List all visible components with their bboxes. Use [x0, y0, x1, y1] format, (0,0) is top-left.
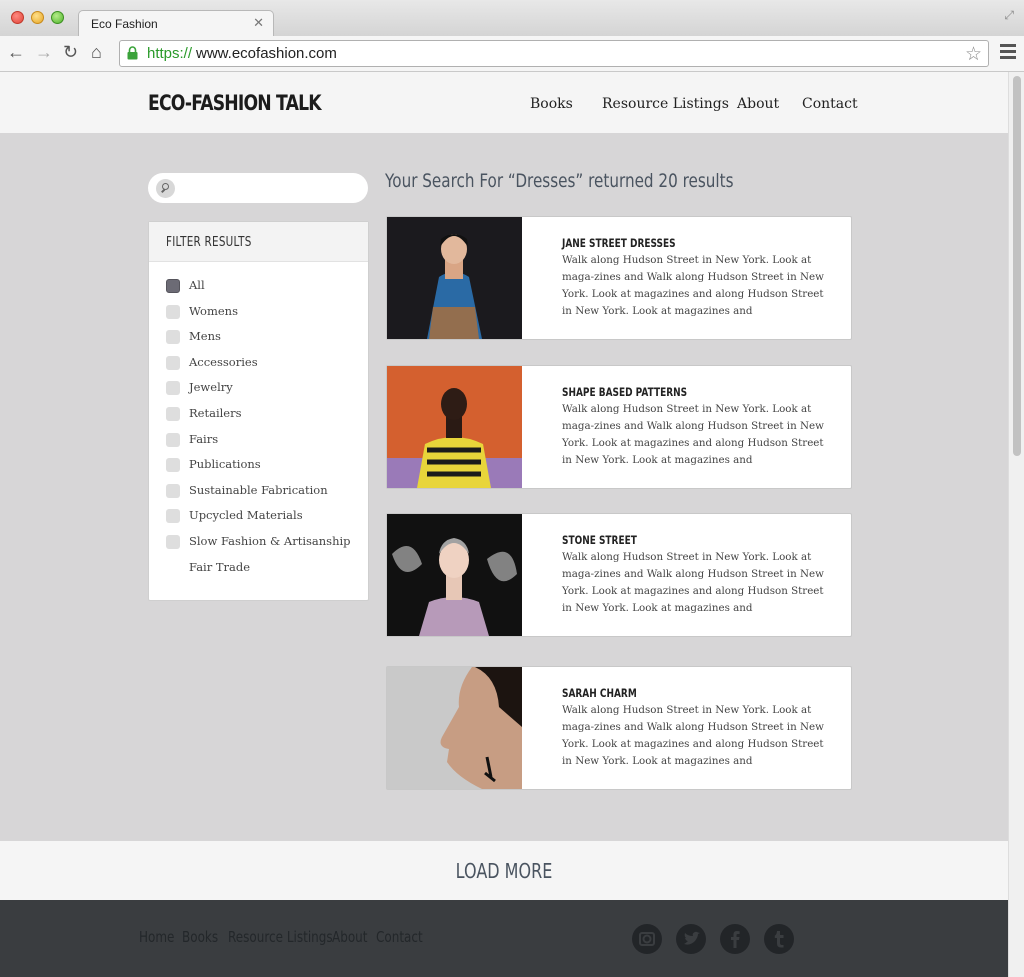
filter-label: Publications — [189, 457, 261, 471]
result-title[interactable]: JANE STREET DRESSES — [562, 236, 676, 250]
checkbox[interactable] — [166, 433, 180, 447]
checkbox[interactable] — [166, 305, 180, 319]
result-title[interactable]: STONE STREET — [562, 533, 637, 547]
result-thumbnail — [387, 366, 522, 488]
filter-label: Fair Trade — [189, 560, 251, 574]
checkbox[interactable] — [166, 407, 180, 421]
tab-close-icon[interactable]: ✕ — [253, 15, 264, 31]
instagram-icon[interactable] — [632, 924, 662, 954]
scrollbar-thumb[interactable] — [1013, 76, 1021, 456]
reload-icon[interactable]: ↻ — [63, 42, 78, 63]
nav-link-books[interactable]: Books — [530, 96, 573, 112]
result-card[interactable]: SARAH CHARM Walk along Hudson Street in … — [386, 666, 852, 790]
filter-label: Mens — [189, 329, 221, 343]
close-window-button[interactable] — [11, 11, 24, 24]
result-thumbnail — [387, 217, 522, 339]
filter-title: FILTER RESULTS — [166, 235, 252, 250]
footer-link-about[interactable]: About — [332, 928, 367, 946]
result-description: Walk along Hudson Street in New York. Lo… — [562, 403, 824, 466]
web-page: ECO-FASHION TALK Books Resource Listings… — [0, 72, 1008, 977]
checkbox[interactable] — [166, 330, 180, 344]
checkbox[interactable] — [166, 509, 180, 523]
filter-panel: FILTER RESULTS All Womens Mens Accessori… — [148, 221, 369, 601]
footer-link-resource-listings[interactable]: Resource Listings — [228, 928, 333, 946]
filter-label: All — [189, 278, 205, 292]
filter-label: Womens — [189, 304, 238, 318]
load-more-bar[interactable]: LOAD MORE — [0, 841, 1008, 900]
checkbox[interactable] — [166, 458, 180, 472]
browser-tab-strip: Eco Fashion ✕ ⤢ — [0, 0, 1024, 37]
filter-label: Sustainable Fabrication — [189, 483, 328, 497]
search-box — [148, 173, 368, 203]
url-host: www.ecofashion.com — [196, 45, 337, 62]
filter-label: Jewelry — [189, 380, 233, 394]
checkbox[interactable] — [166, 484, 180, 498]
search-input[interactable] — [180, 179, 360, 197]
result-card[interactable]: STONE STREET Walk along Hudson Street in… — [386, 513, 852, 637]
footer-link-books[interactable]: Books — [182, 928, 218, 946]
result-title[interactable]: SHAPE BASED PATTERNS — [562, 385, 687, 399]
search-icon[interactable] — [156, 179, 175, 198]
site-header: ECO-FASHION TALK Books Resource Listings… — [0, 72, 1008, 133]
zoom-window-button[interactable] — [51, 11, 64, 24]
result-thumbnail — [387, 667, 522, 789]
filter-label: Retailers — [189, 406, 242, 420]
minimize-window-button[interactable] — [31, 11, 44, 24]
nav-link-resource-listings[interactable]: Resource Listings — [602, 96, 729, 112]
page-scrollbar[interactable] — [1008, 72, 1024, 977]
browser-toolbar: ← → ↻ ⌂ https:// www.ecofashion.com ☆ — [0, 36, 1024, 72]
checkbox[interactable] — [166, 279, 180, 293]
results-heading: Your Search For “Dresses” returned 20 re… — [385, 170, 734, 192]
result-description: Walk along Hudson Street in New York. Lo… — [562, 254, 824, 317]
url-scheme: https:// — [147, 45, 193, 62]
browser-tab[interactable]: Eco Fashion ✕ — [78, 10, 274, 37]
tab-title: Eco Fashion — [91, 17, 158, 31]
checkbox[interactable] — [166, 381, 180, 395]
filter-label: Accessories — [189, 355, 258, 369]
result-thumbnail — [387, 514, 522, 636]
filter-label: Fairs — [189, 432, 219, 446]
filter-label: Slow Fashion & Artisanship — [189, 534, 351, 548]
site-footer: Home Books Resource Listings About Conta… — [0, 900, 1008, 977]
site-logo[interactable]: ECO-FASHION TALK — [148, 91, 322, 115]
result-description: Walk along Hudson Street in New York. Lo… — [562, 551, 824, 614]
checkbox[interactable] — [166, 356, 180, 370]
result-title[interactable]: SARAH CHARM — [562, 686, 637, 700]
load-more-button[interactable]: LOAD MORE — [101, 859, 907, 883]
home-icon[interactable]: ⌂ — [91, 42, 102, 63]
lock-icon — [127, 46, 138, 60]
footer-link-contact[interactable]: Contact — [376, 928, 423, 946]
facebook-icon[interactable] — [720, 924, 750, 954]
checkbox[interactable] — [166, 535, 180, 549]
fullscreen-icon[interactable]: ⤢ — [1004, 8, 1014, 23]
back-arrow-icon[interactable]: ← — [7, 42, 25, 63]
result-card[interactable]: SHAPE BASED PATTERNS Walk along Hudson S… — [386, 365, 852, 489]
address-bar[interactable]: https:// www.ecofashion.com ☆ — [119, 40, 989, 67]
result-description: Walk along Hudson Street in New York. Lo… — [562, 704, 824, 767]
footer-link-home[interactable]: Home — [139, 928, 174, 946]
nav-link-contact[interactable]: Contact — [802, 96, 858, 112]
tumblr-icon[interactable] — [764, 924, 794, 954]
forward-arrow-icon[interactable]: → — [35, 42, 53, 63]
bookmark-star-icon[interactable]: ☆ — [965, 43, 982, 66]
filter-header: FILTER RESULTS — [149, 222, 368, 262]
twitter-icon[interactable] — [676, 924, 706, 954]
result-card[interactable]: JANE STREET DRESSES Walk along Hudson St… — [386, 216, 852, 340]
nav-link-about[interactable]: About — [737, 96, 779, 112]
browser-menu-icon[interactable] — [1000, 44, 1016, 62]
filter-label: Upcycled Materials — [189, 508, 303, 522]
